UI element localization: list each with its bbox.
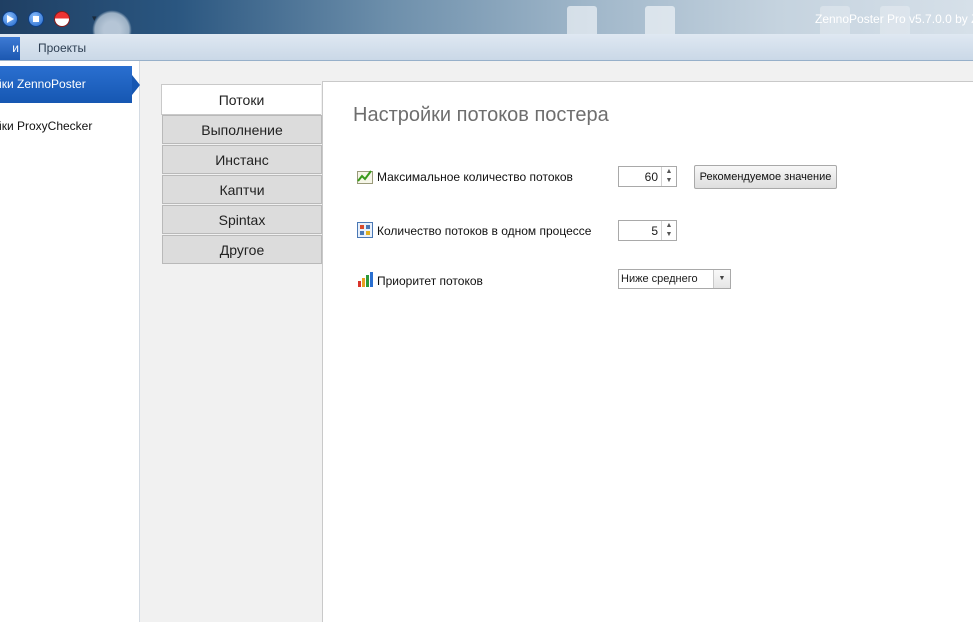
thread-priority-select[interactable]: Ниже среднего ▼ bbox=[618, 269, 731, 289]
nav-item-proxychecker-settings[interactable]: йки ProxyChecker bbox=[0, 114, 132, 138]
max-threads-stepper[interactable]: 60 ▲ ▼ bbox=[618, 166, 677, 187]
threads-per-process-label: Количество потоков в одном процессе bbox=[377, 224, 592, 238]
max-threads-value: 60 bbox=[644, 170, 658, 184]
settings-navigation: йки ZennoPoster йки ProxyChecker bbox=[0, 61, 140, 622]
blurred-background-icon bbox=[567, 6, 597, 34]
nav-item-label: йки ZennoPoster bbox=[0, 77, 86, 91]
tab-projects[interactable]: Проекты bbox=[38, 41, 86, 55]
chevron-down-icon[interactable]: ▼ bbox=[662, 176, 676, 185]
page-title: Настройки потоков постера bbox=[353, 104, 609, 126]
threads-per-process-value: 5 bbox=[651, 224, 658, 238]
tab-captcha[interactable]: Каптчи bbox=[162, 175, 322, 204]
tab-threads[interactable]: Потоки bbox=[161, 84, 321, 115]
recommended-value-button[interactable]: Рекомендуемое значение bbox=[694, 165, 837, 189]
grid-window-icon bbox=[357, 222, 373, 238]
title-bar: ▾ ZennoPoster Pro v5.7.0.0 by Ze bbox=[0, 0, 973, 34]
tab-settings[interactable]: и bbox=[0, 37, 20, 60]
threads-per-process-stepper[interactable]: 5 ▲ ▼ bbox=[618, 220, 677, 241]
chevron-up-icon[interactable]: ▲ bbox=[662, 167, 676, 176]
tab-other[interactable]: Другое bbox=[162, 235, 322, 264]
blurred-background-icon bbox=[645, 6, 675, 34]
chevron-down-icon[interactable]: ▼ bbox=[662, 230, 676, 239]
tab-instance[interactable]: Инстанс bbox=[162, 145, 322, 174]
play-icon[interactable] bbox=[2, 11, 18, 27]
tab-execution[interactable]: Выполнение bbox=[162, 115, 322, 144]
stepper-arrows[interactable]: ▲ ▼ bbox=[661, 167, 676, 186]
stepper-arrows[interactable]: ▲ ▼ bbox=[661, 221, 676, 240]
threads-settings-page bbox=[322, 81, 973, 622]
thread-priority-label: Приоритет потоков bbox=[377, 274, 483, 288]
ribbon-tab-strip: и Проекты bbox=[0, 34, 973, 61]
window-title: ZennoPoster Pro v5.7.0.0 by Ze bbox=[815, 12, 973, 26]
globe-icon[interactable] bbox=[54, 11, 70, 27]
chart-line-icon bbox=[357, 170, 373, 184]
chevron-down-icon[interactable]: ▼ bbox=[713, 270, 730, 288]
thread-priority-value: Ниже среднего bbox=[621, 273, 698, 285]
quick-access-menu-icon[interactable]: ▾ bbox=[92, 13, 100, 23]
nav-item-label: йки ProxyChecker bbox=[0, 119, 93, 133]
max-threads-label: Максимальное количество потоков bbox=[377, 170, 573, 184]
tab-spintax[interactable]: Spintax bbox=[162, 205, 322, 234]
chevron-up-icon[interactable]: ▲ bbox=[662, 221, 676, 230]
nav-item-zennoposter-settings[interactable]: йки ZennoPoster bbox=[0, 66, 140, 103]
stop-icon[interactable] bbox=[28, 11, 44, 27]
bar-chart-icon bbox=[358, 272, 373, 287]
